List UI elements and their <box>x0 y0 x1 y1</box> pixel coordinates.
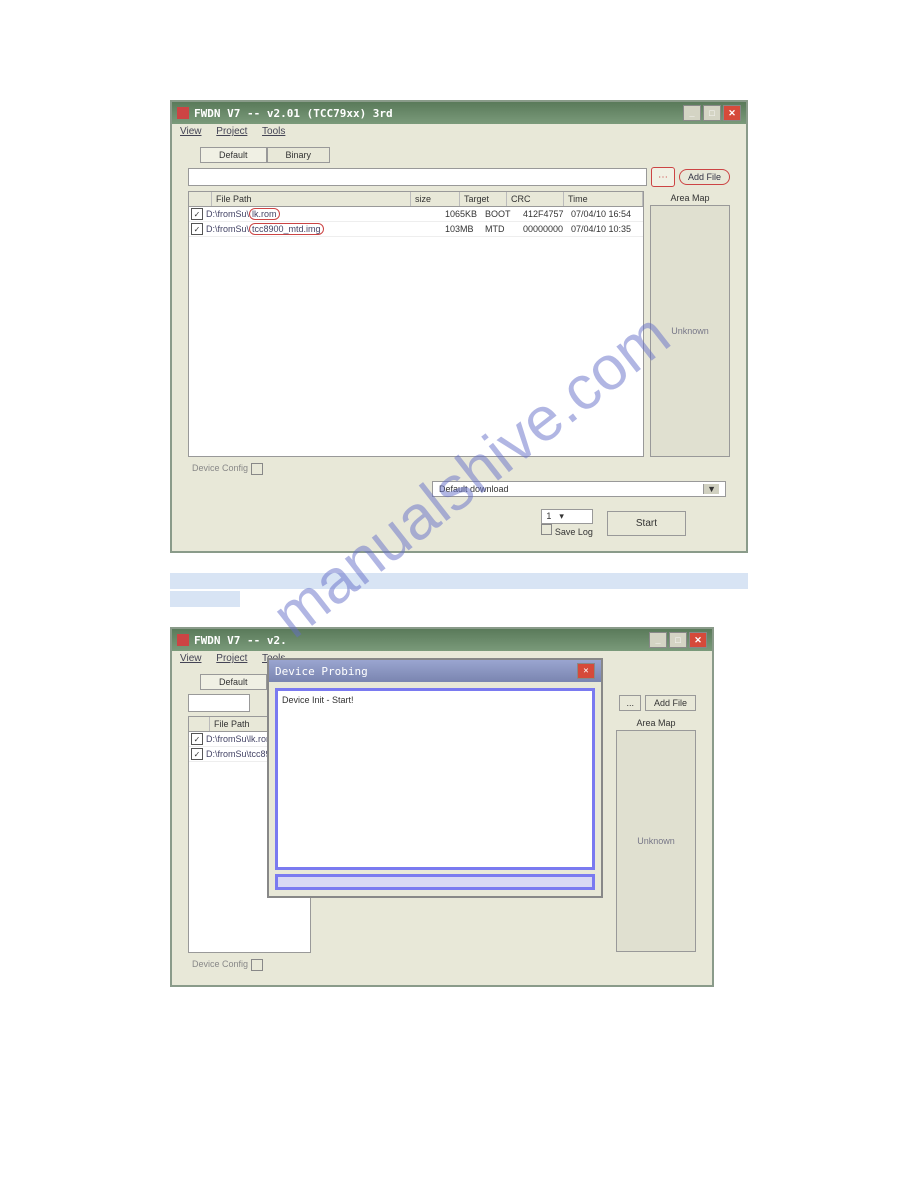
device-probing-dialog: Device Probing ✕ Device Init - Start! <box>267 658 603 898</box>
table-row[interactable]: ✓ D:\fromSu\tcc8900_mtd.img 103MB MTD 00… <box>189 222 643 237</box>
caption-bar <box>170 573 748 589</box>
tab-default[interactable]: Default <box>200 147 267 163</box>
close-button[interactable]: ✕ <box>723 105 741 121</box>
col-filepath[interactable]: File Path <box>212 192 411 206</box>
row-checkbox[interactable]: ✓ <box>191 223 203 235</box>
menu-tools[interactable]: Tools <box>262 126 285 137</box>
window-title: FWDN V7 -- v2. <box>194 634 649 647</box>
dialog-close-button[interactable]: ✕ <box>577 663 595 679</box>
maximize-button[interactable]: □ <box>669 632 687 648</box>
tab-default[interactable]: Default <box>200 674 267 690</box>
maximize-button[interactable]: □ <box>703 105 721 121</box>
count-spinner[interactable]: 1▾ <box>541 509 593 524</box>
col-size[interactable]: size <box>411 192 460 206</box>
dialog-titlebar[interactable]: Device Probing ✕ <box>269 660 601 682</box>
highlight-lkrom: lk.rom <box>249 208 280 220</box>
chevron-down-icon: ▼ <box>703 484 719 494</box>
download-mode-select[interactable]: Default download▼ <box>432 481 726 497</box>
device-config-label: Device Config <box>192 959 263 969</box>
dialog-log-box: Device Init - Start! <box>275 688 595 870</box>
browse-button[interactable]: ... <box>619 695 641 711</box>
fwdn-window-b: FWDN V7 -- v2. _ □ ✕ View Project Tools … <box>170 627 714 987</box>
area-map-body: Unknown <box>616 730 696 952</box>
dialog-title: Device Probing <box>275 665 577 678</box>
titlebar[interactable]: FWDN V7 -- v2. _ □ ✕ <box>172 629 712 651</box>
add-file-button[interactable]: Add File <box>679 169 730 185</box>
save-log-checkbox[interactable] <box>541 524 552 535</box>
start-button[interactable]: Start <box>607 511 686 536</box>
app-icon <box>177 107 189 119</box>
menubar: View Project Tools <box>172 124 746 139</box>
menu-view[interactable]: View <box>180 653 202 664</box>
device-config-label: Device Config <box>192 463 263 473</box>
caption-bar-short <box>170 591 240 607</box>
col-target[interactable]: Target <box>460 192 507 206</box>
menu-project[interactable]: Project <box>216 126 247 137</box>
row-checkbox[interactable]: ✓ <box>191 208 203 220</box>
file-table: File Path size Target CRC Time ✓ D:\from… <box>188 191 644 457</box>
menu-project[interactable]: Project <box>216 653 247 664</box>
highlight-mtdimg: tcc8900_mtd.img <box>249 223 324 235</box>
area-map-panel: Area Map Unknown <box>650 191 730 457</box>
area-map-body: Unknown <box>650 205 730 457</box>
path-input[interactable] <box>188 694 250 712</box>
chevron-down-icon: ▾ <box>559 511 564 522</box>
minimize-button[interactable]: _ <box>649 632 667 648</box>
area-map-title: Area Map <box>616 716 696 730</box>
menu-view[interactable]: View <box>180 126 202 137</box>
fwdn-window-a: FWDN V7 -- v2.01 (TCC79xx) 3rd _ □ ✕ Vie… <box>170 100 748 553</box>
col-crc[interactable]: CRC <box>507 192 564 206</box>
area-map-title: Area Map <box>650 191 730 205</box>
table-row[interactable]: ✓ D:\fromSu\lk.rom 1065KB BOOT 412F4757 … <box>189 207 643 222</box>
area-map-panel: Area Map Unknown <box>616 716 696 953</box>
app-icon <box>177 634 189 646</box>
minimize-button[interactable]: _ <box>683 105 701 121</box>
window-title: FWDN V7 -- v2.01 (TCC79xx) 3rd <box>194 107 683 120</box>
path-input[interactable] <box>188 168 647 186</box>
device-config-checkbox[interactable] <box>251 959 263 971</box>
row-checkbox[interactable]: ✓ <box>191 748 203 760</box>
row-checkbox[interactable]: ✓ <box>191 733 203 745</box>
dialog-progress-bar <box>275 874 595 890</box>
tab-strip: Default Binary <box>180 147 738 163</box>
device-config-checkbox[interactable] <box>251 463 263 475</box>
add-file-button[interactable]: Add File <box>645 695 696 711</box>
col-time[interactable]: Time <box>564 192 643 206</box>
browse-button[interactable]: ⋯ <box>651 167 675 187</box>
tab-binary[interactable]: Binary <box>267 147 331 163</box>
titlebar[interactable]: FWDN V7 -- v2.01 (TCC79xx) 3rd _ □ ✕ <box>172 102 746 124</box>
close-button[interactable]: ✕ <box>689 632 707 648</box>
